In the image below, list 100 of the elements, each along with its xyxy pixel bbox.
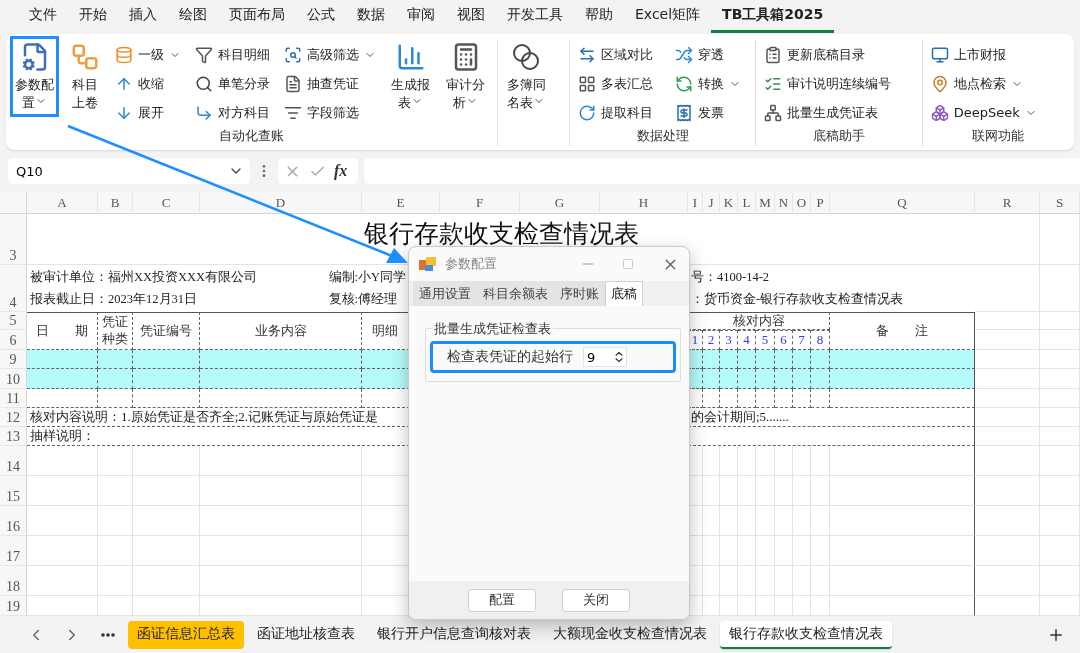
- sheet-tab[interactable]: 银行开户信息查询核对表: [368, 620, 540, 649]
- ribbon-button[interactable]: 生成报表: [386, 36, 435, 118]
- ribbon-button[interactable]: 地点检索: [926, 69, 1041, 98]
- table-cell[interactable]: [811, 389, 830, 408]
- dialog-tab[interactable]: 通用设置: [413, 281, 477, 306]
- column-header[interactable]: F: [440, 192, 520, 214]
- ribbon-button[interactable]: 对方科目: [191, 98, 274, 127]
- table-cell[interactable]: [98, 350, 133, 369]
- table-cell[interactable]: [811, 369, 830, 389]
- table-cell[interactable]: [133, 350, 200, 369]
- sheet-cell[interactable]: [830, 596, 975, 616]
- table-cell[interactable]: [27, 350, 98, 369]
- menu-tab[interactable]: 审阅: [396, 0, 446, 33]
- table-cell[interactable]: [200, 369, 362, 389]
- row-header[interactable]: 17: [0, 536, 27, 566]
- column-header[interactable]: R: [975, 192, 1040, 214]
- sheet-cell[interactable]: [830, 446, 975, 476]
- ribbon-button[interactable]: 更新底稿目录: [760, 40, 896, 69]
- column-header[interactable]: I: [688, 192, 703, 214]
- menu-tab[interactable]: 开始: [68, 0, 118, 33]
- table-cell[interactable]: [793, 350, 811, 369]
- table-cell[interactable]: [738, 350, 756, 369]
- dialog-button[interactable]: 配置: [468, 588, 536, 612]
- menu-tab[interactable]: 页面布局: [218, 0, 296, 33]
- row-header[interactable]: 4: [0, 265, 27, 312]
- menu-tab[interactable]: 文件: [18, 0, 68, 33]
- column-header[interactable]: N: [775, 192, 793, 214]
- column-header[interactable]: O: [793, 192, 811, 214]
- column-header[interactable]: L: [738, 192, 756, 214]
- ribbon-button[interactable]: 科目明细: [191, 40, 274, 69]
- ribbon-button[interactable]: 多簿同名表: [501, 36, 551, 118]
- table-cell[interactable]: [27, 389, 98, 408]
- ribbon-button[interactable]: 审计说明连续编号: [760, 69, 896, 98]
- row-header[interactable]: 14: [0, 446, 27, 476]
- row-header[interactable]: 12: [0, 408, 27, 427]
- ribbon-button[interactable]: 展开: [111, 98, 185, 127]
- dialog-tab[interactable]: 底稿: [605, 281, 643, 306]
- table-cell[interactable]: [27, 369, 98, 389]
- ribbon-button[interactable]: 穿透: [670, 40, 745, 69]
- menu-tab[interactable]: 帮助: [574, 0, 624, 33]
- row-header[interactable]: 3: [0, 214, 27, 265]
- table-cell[interactable]: [133, 369, 200, 389]
- table-cell[interactable]: [98, 389, 133, 408]
- table-cell[interactable]: [775, 389, 793, 408]
- table-cell[interactable]: [775, 350, 793, 369]
- row-header[interactable]: 16: [0, 506, 27, 536]
- ribbon-button[interactable]: 字段筛选: [280, 98, 380, 127]
- column-header[interactable]: P: [811, 192, 830, 214]
- table-cell[interactable]: [720, 389, 738, 408]
- ribbon-button[interactable]: 审计分析: [441, 36, 490, 118]
- table-cell[interactable]: [756, 389, 775, 408]
- table-cell[interactable]: [98, 369, 133, 389]
- ribbon-button[interactable]: 提取科目: [573, 98, 657, 127]
- table-cell[interactable]: [830, 369, 975, 389]
- dialog-tab[interactable]: 序时账: [554, 281, 605, 306]
- table-cell[interactable]: [703, 350, 720, 369]
- column-header[interactable]: E: [362, 192, 440, 214]
- column-header[interactable]: K: [720, 192, 738, 214]
- table-cell[interactable]: [775, 369, 793, 389]
- maximize-icon[interactable]: [622, 258, 634, 270]
- column-header[interactable]: H: [600, 192, 688, 214]
- row-header[interactable]: 19: [0, 596, 27, 616]
- ribbon-button[interactable]: 科目上卷: [65, 36, 105, 118]
- table-cell[interactable]: [200, 350, 362, 369]
- column-header[interactable]: A: [27, 192, 98, 214]
- row-header[interactable]: 9: [0, 350, 27, 369]
- row-header[interactable]: 15: [0, 476, 27, 506]
- menu-tab[interactable]: 开发工具: [496, 0, 574, 33]
- table-cell[interactable]: [793, 369, 811, 389]
- column-header[interactable]: B: [98, 192, 133, 214]
- ribbon-button[interactable]: 参数配置: [10, 36, 59, 118]
- sheet-tab[interactable]: 银行存款收支检查情况表: [720, 620, 892, 649]
- table-cell[interactable]: [793, 389, 811, 408]
- ribbon-button[interactable]: 收缩: [111, 69, 185, 98]
- row-header[interactable]: 18: [0, 566, 27, 596]
- sheet-cell[interactable]: [830, 566, 975, 596]
- ribbon-button[interactable]: 区域对比: [573, 40, 657, 69]
- ribbon-button[interactable]: DeepSeek: [926, 98, 1041, 127]
- table-cell[interactable]: [720, 350, 738, 369]
- table-cell[interactable]: [830, 389, 975, 408]
- table-cell[interactable]: [133, 389, 200, 408]
- table-cell[interactable]: [811, 350, 830, 369]
- menu-tab[interactable]: 插入: [118, 0, 168, 33]
- menu-tab[interactable]: Excel矩阵: [624, 0, 712, 33]
- number-field[interactable]: 9: [583, 347, 627, 367]
- table-cell[interactable]: [756, 369, 775, 389]
- column-header[interactable]: C: [133, 192, 200, 214]
- menu-tab[interactable]: 视图: [446, 0, 496, 33]
- ribbon-button[interactable]: 一级: [111, 40, 185, 69]
- ribbon-button[interactable]: 高级筛选: [280, 40, 380, 69]
- column-header[interactable]: D: [200, 192, 362, 214]
- row-header[interactable]: 6: [0, 330, 27, 350]
- ribbon-button[interactable]: 上市财报: [926, 40, 1041, 69]
- table-cell[interactable]: [756, 350, 775, 369]
- column-header[interactable]: Q: [830, 192, 975, 214]
- column-header[interactable]: J: [703, 192, 720, 214]
- ribbon-button[interactable]: 多表汇总: [573, 69, 657, 98]
- ribbon-button[interactable]: 转换: [670, 69, 745, 98]
- row-header[interactable]: 13: [0, 427, 27, 446]
- row-header[interactable]: 11: [0, 389, 27, 408]
